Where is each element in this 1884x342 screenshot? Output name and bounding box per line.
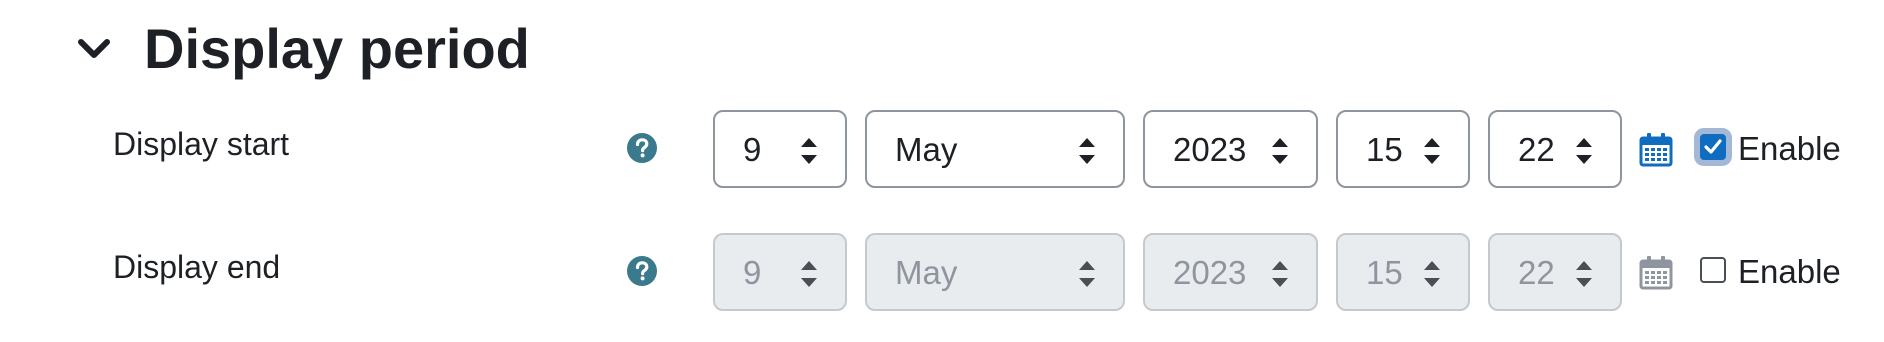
start-enable-label[interactable]: Enable	[1738, 132, 1841, 165]
select-arrows-icon	[1079, 261, 1095, 287]
check-icon	[1704, 139, 1722, 154]
question-circle-icon[interactable]	[626, 255, 658, 287]
start-enable-checkbox[interactable]	[1700, 134, 1726, 160]
select-arrows-icon	[1576, 261, 1592, 287]
section-title: Display period	[144, 17, 530, 80]
display-period-form: Display period Display start 9 May 2023 …	[0, 0, 1884, 342]
end-minute-select: 22	[1488, 233, 1622, 311]
start-year-select[interactable]: 2023	[1143, 110, 1318, 188]
start-minute-select[interactable]: 22	[1488, 110, 1622, 188]
end-hour-value: 15	[1366, 253, 1403, 291]
end-enable-label[interactable]: Enable	[1738, 255, 1841, 288]
start-hour-value: 15	[1366, 130, 1403, 168]
end-year-value: 2023	[1173, 253, 1247, 291]
select-arrows-icon	[1424, 138, 1440, 164]
select-arrows-icon	[801, 138, 817, 164]
display-start-label: Display start	[113, 126, 290, 162]
section-header: Display period	[74, 14, 530, 84]
start-day-select[interactable]: 9	[713, 110, 847, 188]
start-year-value: 2023	[1173, 130, 1247, 168]
end-enable-checkbox[interactable]	[1700, 257, 1726, 283]
start-day-value: 9	[743, 130, 762, 168]
start-month-select[interactable]: May	[865, 110, 1125, 188]
end-hour-select: 15	[1336, 233, 1470, 311]
display-start-row: Display start 9 May 2023 15 22 Enable	[0, 110, 1884, 190]
start-month-value: May	[895, 130, 958, 168]
start-minute-value: 22	[1518, 130, 1555, 168]
start-hour-select[interactable]: 15	[1336, 110, 1470, 188]
display-end-row: Display end 9 May 2023 15 22 Enable	[0, 233, 1884, 313]
end-month-value: May	[895, 253, 958, 291]
end-day-value: 9	[743, 253, 762, 291]
select-arrows-icon	[801, 261, 817, 287]
question-circle-icon[interactable]	[626, 132, 658, 164]
end-year-select: 2023	[1143, 233, 1318, 311]
select-arrows-icon	[1576, 138, 1592, 164]
select-arrows-icon	[1079, 138, 1095, 164]
end-day-select: 9	[713, 233, 847, 311]
end-minute-value: 22	[1518, 253, 1555, 291]
select-arrows-icon	[1424, 261, 1440, 287]
calendar-icon	[1638, 255, 1674, 291]
calendar-icon[interactable]	[1638, 132, 1674, 168]
end-month-select: May	[865, 233, 1125, 311]
chevron-down-icon[interactable]	[74, 29, 114, 69]
select-arrows-icon	[1272, 138, 1288, 164]
select-arrows-icon	[1272, 261, 1288, 287]
display-end-label: Display end	[113, 249, 281, 285]
